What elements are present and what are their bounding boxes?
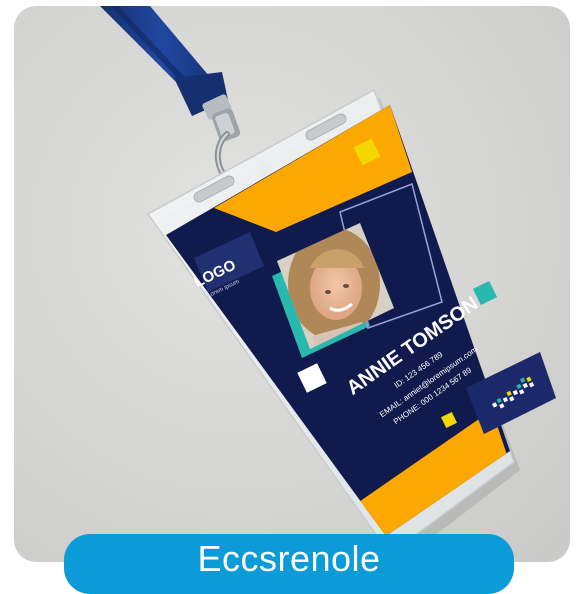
lanyard-strap bbox=[100, 6, 232, 120]
product-category-button[interactable]: Eccsrenole bbox=[64, 534, 514, 594]
product-category-label: Eccsrenole bbox=[197, 538, 381, 579]
teal-accent bbox=[472, 280, 498, 306]
product-image-card: LOGO Lorem ipsum ANNIE TOMSON ID: 123 45… bbox=[14, 6, 570, 562]
id-badge-photo: LOGO Lorem ipsum ANNIE TOMSON ID: 123 45… bbox=[100, 6, 556, 562]
